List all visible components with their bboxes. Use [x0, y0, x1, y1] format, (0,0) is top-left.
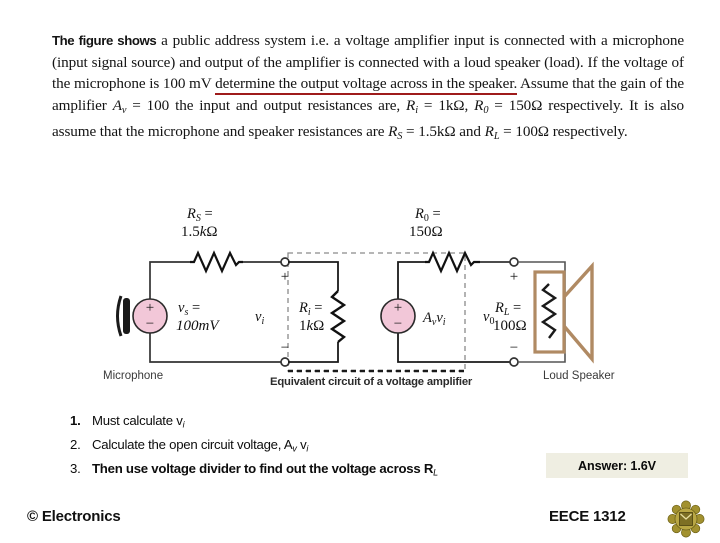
ri-figure-label-line2: 1kΩ [299, 318, 324, 334]
conjunction-and: and [455, 122, 485, 140]
footer-copyright: © Electronics [27, 508, 121, 525]
step-number: 2. [70, 436, 81, 452]
ri-value: = 1kΩ, [418, 96, 469, 114]
vo-minus-sign: − [510, 340, 518, 356]
problem-body-part3: the input and output resistances are, [169, 96, 407, 114]
rl-figure-label-line2: 100Ω [493, 318, 527, 334]
resistor-ri [329, 290, 347, 343]
output-terminal-positive [509, 257, 519, 267]
rl-figure-label-line1: RL = [494, 300, 521, 318]
loudspeaker-cone-icon [562, 261, 594, 364]
list-item: 3. Then use voltage divider to find out t… [70, 459, 540, 483]
step-subscript-2: i [306, 443, 309, 454]
problem-body-part5: respectively. [549, 122, 628, 140]
answer-badge: Answer: 1.6V [546, 453, 688, 478]
ro-figure-label-line1: R0 = [414, 206, 441, 224]
rs-figure-label-line1: RS = [186, 206, 213, 224]
circuit-schematic-svg: + − + − + − + − RS = 1.5kΩ R0 = 150Ω vs … [116, 206, 594, 373]
vs-plus-sign: + [146, 300, 154, 316]
vs-minus-sign: − [146, 316, 154, 332]
step-text: Calculate the open circuit voltage, A [92, 436, 293, 452]
speaker-resistor-box [533, 270, 566, 354]
vi-plus-sign: + [281, 269, 289, 285]
circuit-diagram: + − + − + − + − RS = 1.5kΩ R0 = 150Ω vs … [95, 196, 635, 391]
ro-value: = 150Ω [488, 96, 543, 114]
microphone-grille-icon [116, 295, 123, 337]
answer-text: Answer: 1.6V [578, 458, 656, 473]
crest-logo-svg [667, 500, 705, 538]
gain-symbol: A [112, 96, 122, 114]
problem-lead: The figure shows [52, 33, 157, 48]
loudspeaker-label: Loud Speaker [543, 370, 615, 382]
gain-value: = 100 [126, 96, 170, 114]
vs-figure-label-line1: vs = [178, 300, 200, 318]
university-crest-logo [667, 500, 705, 538]
problem-underlined-task: determine the output voltage across in t… [215, 75, 517, 95]
step-text: Must calculate v [92, 413, 183, 428]
vi-figure-label: vi [255, 309, 264, 327]
microphone-body-icon [123, 298, 130, 334]
vi-minus-sign: − [281, 340, 289, 356]
microphone-label: Microphone [103, 370, 164, 382]
rs-figure-label-line2: 1.5kΩ [181, 224, 218, 240]
rs-value: = 1.5kΩ [402, 122, 456, 140]
step-subscript: i [182, 419, 185, 430]
rl-symbol: R [484, 122, 494, 140]
output-terminal-negative [509, 357, 519, 367]
step-text-tail: v [296, 436, 307, 452]
vo-plus-sign: + [510, 269, 518, 285]
ro-symbol: R [474, 96, 484, 114]
list-item: 1. Must calculate vi [70, 411, 540, 435]
rl-value: = 100Ω [499, 122, 549, 140]
input-terminal-positive [280, 257, 290, 267]
dependent-source-figure-label: Avvi [422, 310, 446, 328]
ri-figure-label-line1: Ri = [298, 300, 322, 318]
input-terminal-negative [280, 357, 290, 367]
list-item: 2. Calculate the open circuit voltage, Av… [70, 435, 540, 459]
step-number: 3. [70, 460, 81, 476]
step-subscript: L [433, 467, 438, 478]
problem-statement: The figure shows a public address system… [52, 30, 684, 147]
resistor-ro [425, 250, 480, 274]
source-loop-wires [149, 261, 284, 363]
ro-figure-label-line2: 150Ω [409, 224, 443, 240]
equivalent-circuit-caption: Equivalent circuit of a voltage amplifie… [270, 376, 473, 388]
load-branch-wires [518, 261, 566, 363]
resistor-rl [540, 283, 558, 339]
solution-steps-list: 1. Must calculate vi 2. Calculate the open… [70, 411, 540, 483]
footer-course-code: EECE 1312 [549, 508, 626, 525]
step-number: 1. [70, 413, 81, 428]
resistor-rs [190, 250, 243, 274]
ri-symbol: R [406, 96, 416, 114]
dependent-source-minus-sign: − [394, 316, 402, 332]
step-text: Then use voltage divider to find out the… [92, 460, 434, 476]
dependent-source-plus-sign: + [394, 300, 402, 316]
vs-figure-label-line2: 100mV [176, 318, 220, 334]
rs-symbol: R [388, 122, 398, 140]
